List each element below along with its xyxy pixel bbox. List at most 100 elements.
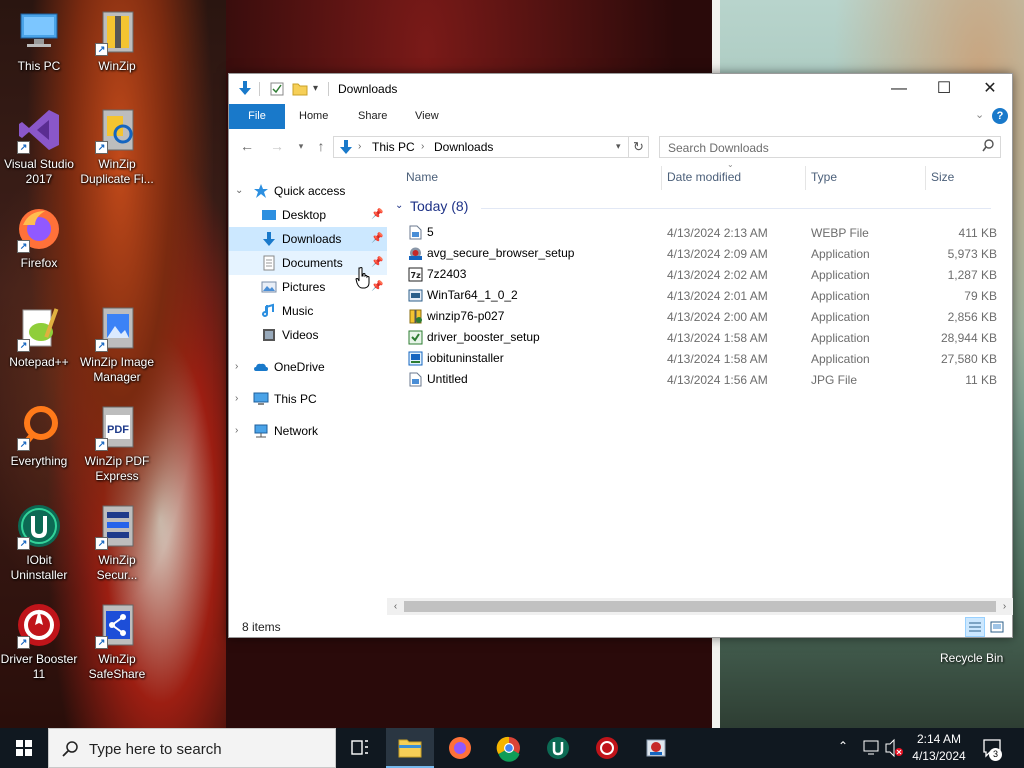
- shortcut-arrow-icon: ↗: [95, 141, 108, 154]
- new-folder-icon[interactable]: [292, 82, 308, 99]
- desktop-icon-label: WinZip Secur...: [96, 553, 138, 582]
- recycle-bin-label[interactable]: Recycle Bin: [940, 651, 1003, 665]
- jpg-file-icon: [408, 372, 423, 387]
- taskbar-search-box[interactable]: Type here to search: [48, 728, 336, 768]
- file-name: 7z2403: [427, 267, 467, 281]
- file-row[interactable]: WinTar64_1_0_2 4/13/2024 2:01 AM Applicati…: [403, 285, 1003, 306]
- nav-quick-access[interactable]: ⌄ Quick access: [229, 179, 387, 203]
- desktop-icon-visual-studio[interactable]: ↗ Visual Studio 2017: [0, 106, 78, 187]
- start-button[interactable]: [0, 728, 48, 768]
- nav-videos[interactable]: Videos: [229, 323, 387, 347]
- refresh-button[interactable]: ↻: [629, 136, 649, 158]
- maximize-button[interactable]: ☐: [921, 74, 967, 104]
- customize-quick-access-icon[interactable]: ▾: [313, 83, 318, 94]
- taskbar-driver-booster[interactable]: [583, 728, 631, 768]
- help-icon[interactable]: ?: [992, 108, 1008, 124]
- breadcrumb-downloads[interactable]: Downloads: [434, 140, 493, 154]
- column-header-type[interactable]: Type: [811, 166, 837, 190]
- nav-desktop[interactable]: Desktop 📌: [229, 203, 387, 227]
- taskbar-firefox[interactable]: [436, 728, 484, 768]
- column-header-date[interactable]: Date modified: [667, 166, 741, 190]
- desktop-icon-label: WinZip SafeShare: [88, 652, 146, 681]
- up-button[interactable]: ↑: [311, 136, 331, 156]
- file-row[interactable]: 7z 7z2403 4/13/2024 2:02 AM Application 1,28…: [403, 264, 1003, 285]
- properties-icon[interactable]: [270, 82, 284, 99]
- tab-home[interactable]: Home: [299, 104, 328, 129]
- group-collapse-icon[interactable]: ⌄: [395, 200, 403, 211]
- breadcrumb-separator-icon: ›: [358, 141, 362, 152]
- file-row[interactable]: winzip76-p027 4/13/2024 2:00 AM Applicatio…: [403, 306, 1003, 327]
- taskbar-chrome[interactable]: [485, 728, 533, 768]
- expand-chevron-icon[interactable]: ›: [235, 387, 238, 411]
- details-view-button[interactable]: [965, 617, 985, 637]
- desktop-icon-winzip-pdf[interactable]: PDF ↗ WinZip PDF Express: [78, 403, 156, 484]
- file-type: Application: [811, 310, 870, 324]
- scroll-left-arrow-icon[interactable]: ‹: [387, 598, 404, 615]
- large-icons-view-button[interactable]: [987, 617, 1007, 637]
- onedrive-cloud-icon: [253, 359, 269, 375]
- group-divider: [481, 208, 991, 209]
- scroll-right-arrow-icon[interactable]: ›: [996, 598, 1013, 615]
- network-status-button[interactable]: [862, 728, 880, 768]
- action-center-button[interactable]: 3: [980, 728, 1004, 768]
- forward-button[interactable]: →: [267, 136, 287, 156]
- desktop-icon-firefox[interactable]: ↗ Firefox: [0, 205, 78, 271]
- nav-onedrive[interactable]: › OneDrive: [229, 355, 387, 379]
- desktop-icon-iobit-uninstaller[interactable]: ↗ IObit Uninstaller: [0, 502, 78, 583]
- file-row[interactable]: 5 4/13/2024 2:13 AM WEBP File 411 KB: [403, 222, 1003, 243]
- volume-button[interactable]: [884, 728, 904, 768]
- search-placeholder: Search Downloads: [668, 141, 769, 155]
- title-bar[interactable]: ▾ Downloads — ☐ ✕: [229, 74, 1012, 104]
- expand-ribbon-icon[interactable]: ⌄: [975, 108, 984, 121]
- file-row[interactable]: avg_secure_browser_setup 4/13/2024 2:09 A…: [403, 243, 1003, 264]
- nav-this-pc[interactable]: › This PC: [229, 387, 387, 411]
- recent-locations-icon[interactable]: ▾: [291, 136, 311, 156]
- nav-music[interactable]: Music: [229, 299, 387, 323]
- breadcrumb-this-pc[interactable]: This PC: [372, 140, 415, 154]
- address-bar[interactable]: › This PC › Downloads ▾: [333, 136, 629, 158]
- desktop-icon-winzip-image[interactable]: ↗ WinZip Image Manager: [78, 304, 156, 385]
- desktop-icon-driver-booster[interactable]: ↗ Driver Booster 11: [0, 601, 78, 682]
- taskbar-iobit-uninstaller[interactable]: [534, 728, 582, 768]
- nav-downloads[interactable]: Downloads 📌: [229, 227, 387, 251]
- column-divider[interactable]: [661, 166, 662, 190]
- desktop-icon-winzip-secure[interactable]: ↗ WinZip Secur...: [78, 502, 156, 583]
- scrollbar-thumb[interactable]: [404, 601, 996, 612]
- expand-chevron-icon[interactable]: ›: [235, 355, 238, 379]
- collapse-chevron-icon[interactable]: ⌄: [235, 179, 243, 203]
- desktop-icon-winzip-duplicate[interactable]: ↗ WinZip Duplicate Fi...: [78, 106, 156, 187]
- file-date-modified: 4/13/2024 1:56 AM: [667, 373, 768, 387]
- back-button[interactable]: ←: [237, 136, 257, 156]
- tab-share[interactable]: Share: [358, 104, 387, 129]
- desktop-icon-winzip[interactable]: ↗ WinZip: [78, 8, 156, 74]
- address-dropdown-icon[interactable]: ▾: [616, 141, 621, 152]
- desktop-icon-this-pc[interactable]: This PC: [0, 8, 78, 74]
- taskbar-clock[interactable]: 2:14 AM 4/13/2024: [906, 731, 972, 765]
- expand-chevron-icon[interactable]: ›: [235, 419, 238, 443]
- desktop-icon-winzip-safeshare[interactable]: ↗ WinZip SafeShare: [78, 601, 156, 682]
- column-divider[interactable]: [925, 166, 926, 190]
- nav-network[interactable]: › Network: [229, 419, 387, 443]
- column-header-name[interactable]: Name: [406, 166, 438, 190]
- file-type: Application: [811, 352, 870, 366]
- task-view-button[interactable]: [336, 728, 384, 768]
- file-size: 11 KB: [965, 373, 997, 387]
- taskbar-file-explorer[interactable]: [386, 728, 434, 768]
- file-row[interactable]: Untitled 4/13/2024 1:56 AM JPG File 11 KB: [403, 369, 1003, 390]
- file-row[interactable]: iobituninstaller 4/13/2024 1:58 AM Applica…: [403, 348, 1003, 369]
- desktop-icon-notepadpp[interactable]: ↗ Notepad++: [0, 304, 78, 370]
- search-box[interactable]: Search Downloads: [659, 136, 1001, 158]
- file-row[interactable]: driver_booster_setup 4/13/2024 1:58 AM App…: [403, 327, 1003, 348]
- driver-booster-icon: ↗: [15, 601, 63, 649]
- tab-file[interactable]: File: [229, 104, 285, 129]
- horizontal-scrollbar[interactable]: ‹ ›: [387, 598, 1013, 615]
- taskbar-avg-setup[interactable]: [632, 728, 680, 768]
- star-icon: [253, 183, 269, 199]
- minimize-button[interactable]: —: [876, 74, 922, 104]
- tab-view[interactable]: View: [415, 104, 439, 129]
- column-divider[interactable]: [805, 166, 806, 190]
- column-header-size[interactable]: Size: [931, 166, 954, 190]
- group-header-today[interactable]: ⌄ Today (8): [395, 198, 995, 218]
- desktop-icon-everything[interactable]: ↗ Everything: [0, 403, 78, 469]
- close-button[interactable]: ✕: [967, 74, 1013, 104]
